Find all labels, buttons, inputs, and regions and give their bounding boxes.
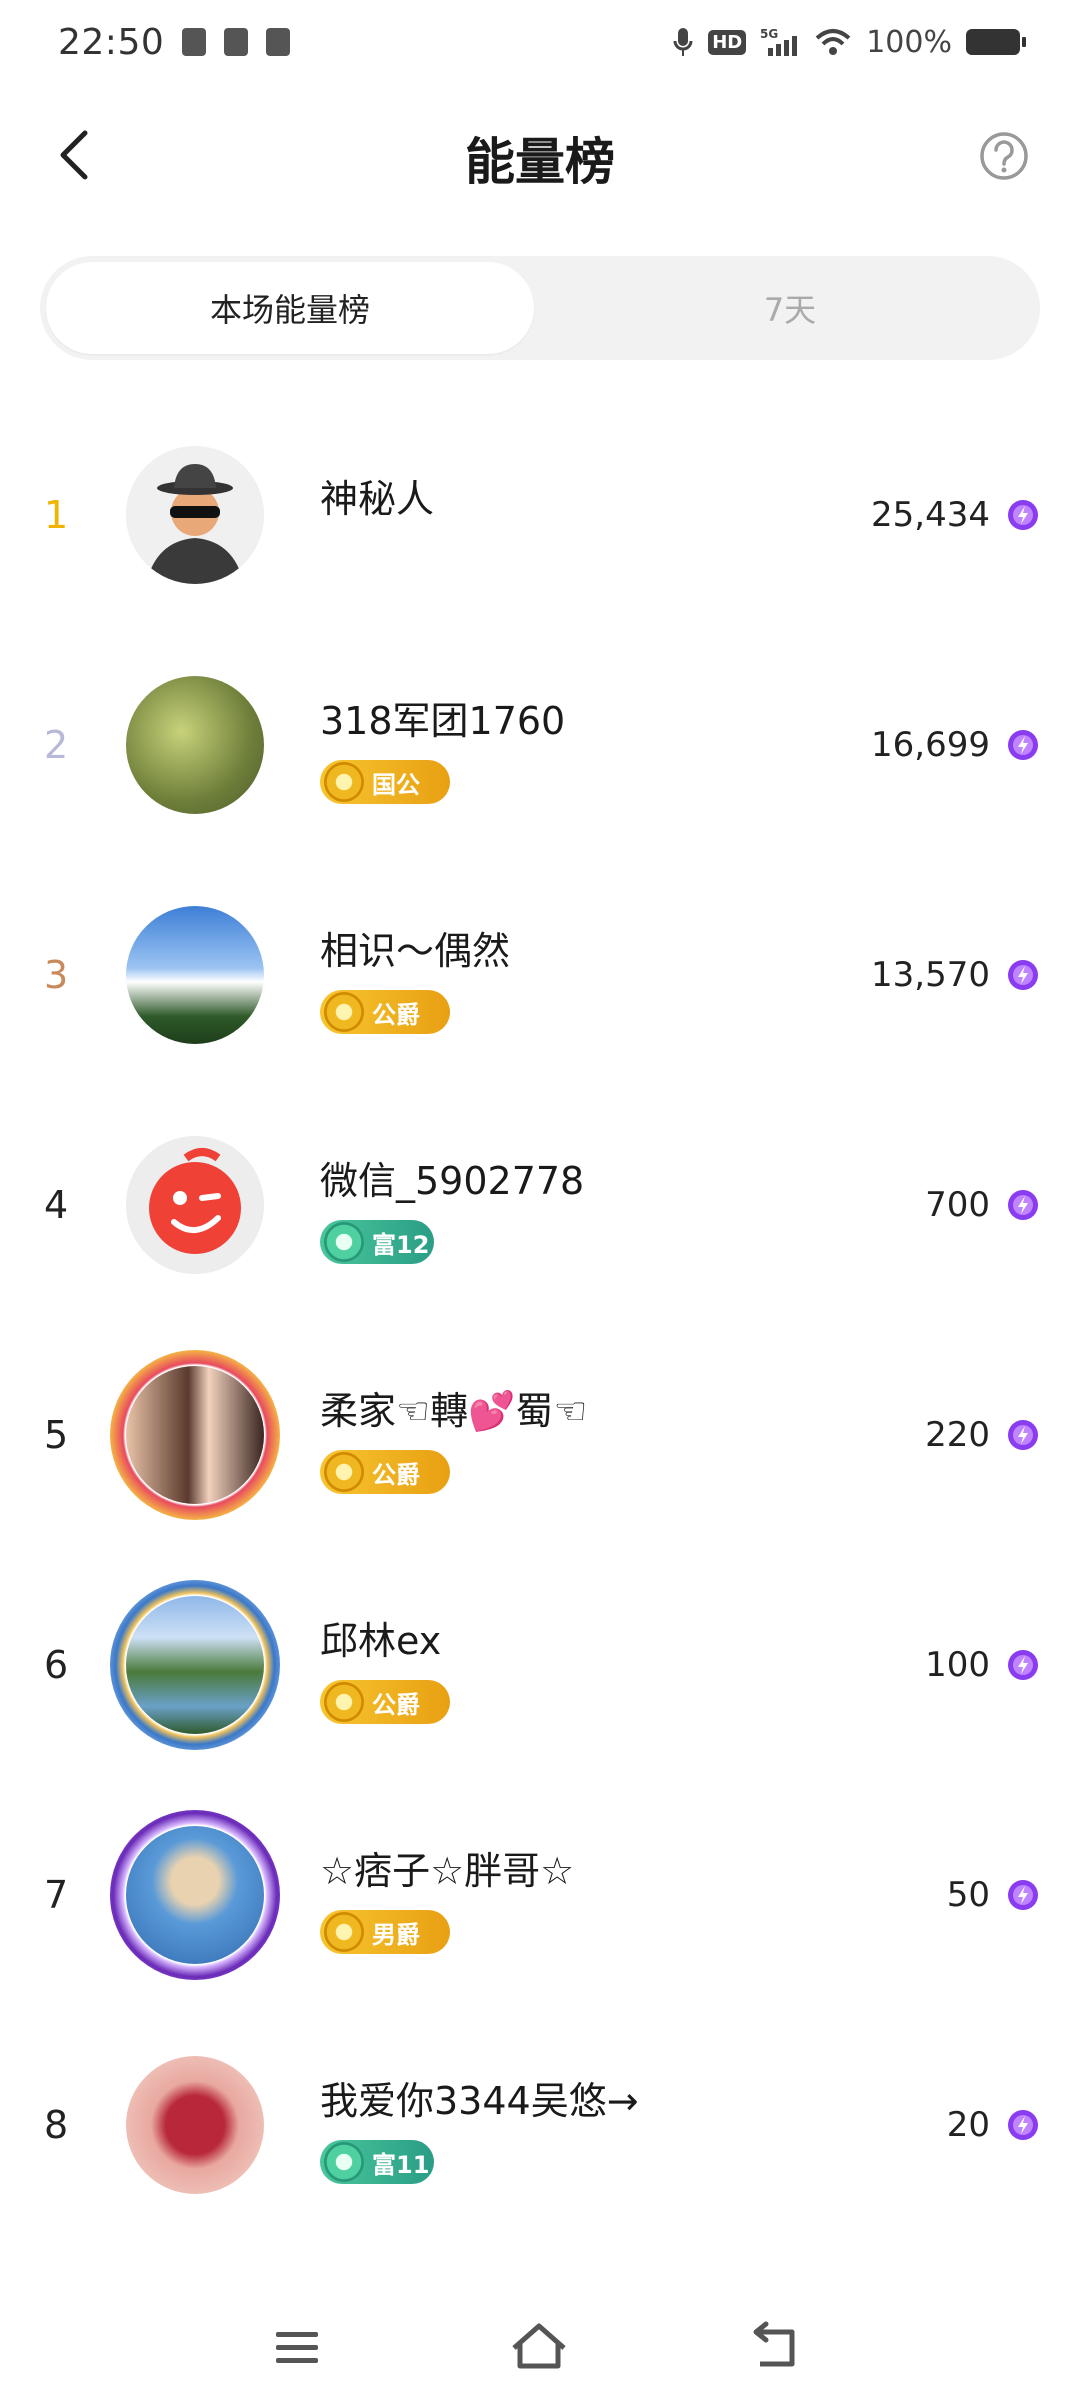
return-icon — [753, 2321, 795, 2367]
rank-number: 3 — [44, 953, 69, 997]
rank-number: 5 — [44, 1413, 69, 1457]
ranking-row[interactable]: 4 微信_5902778 富12 700 — [0, 1090, 1080, 1320]
badge-gem-icon — [324, 762, 364, 802]
avatar[interactable] — [126, 446, 264, 584]
ranking-row[interactable]: 1 神秘人 25,434 — [0, 400, 1080, 630]
rank-badge: 国公 — [320, 760, 450, 804]
energy-icon — [1008, 960, 1038, 990]
badge-gem-icon — [324, 1912, 364, 1952]
badge-label: 国公 — [372, 770, 420, 799]
energy-score: 220 — [925, 1415, 990, 1455]
menu-icon — [276, 2332, 318, 2363]
badge-gem-icon — [324, 1682, 364, 1722]
clipboard-icon — [182, 28, 207, 56]
energy-score: 50 — [946, 1875, 990, 1915]
rank-badge: 富11 — [320, 2140, 434, 2184]
energy-score: 13,570 — [871, 955, 990, 995]
energy-icon — [1008, 1650, 1038, 1680]
music-app-icon — [224, 28, 249, 56]
user-name: 318军团1760 — [320, 699, 566, 743]
avatar[interactable] — [126, 1136, 264, 1274]
rank-badge: 公爵 — [320, 1450, 450, 1494]
battery-percent: 100% — [866, 24, 952, 60]
badge-gem-icon — [324, 1222, 364, 1262]
back-nav-button[interactable] — [740, 2312, 810, 2382]
home-icon — [512, 2323, 566, 2369]
rank-number: 2 — [44, 723, 69, 767]
badge-label: 富11 — [372, 2150, 430, 2179]
badge-label: 男爵 — [372, 1920, 420, 1949]
ranking-row[interactable]: 8 我爱你3344吴悠→ 富11 20 — [0, 2010, 1080, 2240]
page-title: 能量榜 — [465, 133, 615, 191]
energy-icon — [1008, 2110, 1038, 2140]
energy-icon — [1008, 1190, 1038, 1220]
alert-icon — [266, 28, 291, 56]
user-name: 我爱你3344吴悠→ — [320, 2079, 639, 2123]
rank-number: 1 — [44, 493, 69, 537]
rank-number: 4 — [44, 1183, 69, 1227]
tab-switcher: 本场能量榜 7天 — [40, 256, 1040, 360]
rank-number: 7 — [44, 1873, 69, 1917]
energy-score: 16,699 — [871, 725, 990, 765]
status-time: 22:50 — [58, 21, 165, 63]
svg-text:5G: 5G — [760, 27, 778, 41]
tab-7-days[interactable]: 7天 — [546, 262, 1034, 354]
ranking-row[interactable]: 5 柔家☜轉💕蜀☜ 公爵 220 — [0, 1320, 1080, 1550]
question-circle-icon — [980, 132, 1028, 180]
energy-score: 100 — [925, 1645, 990, 1685]
energy-score: 25,434 — [871, 495, 990, 535]
tab-current-session[interactable]: 本场能量榜 — [46, 262, 534, 354]
energy-icon — [1008, 1420, 1038, 1450]
ranking-row[interactable]: 2 318军团1760 国公 16,699 — [0, 630, 1080, 860]
system-navigation-bar — [0, 2290, 1080, 2408]
energy-icon — [1008, 730, 1038, 760]
avatar[interactable] — [126, 1366, 264, 1504]
wink-face-icon — [126, 1136, 264, 1274]
energy-score: 700 — [925, 1185, 990, 1225]
badge-gem-icon — [324, 992, 364, 1032]
avatar[interactable] — [126, 1596, 264, 1734]
menu-button[interactable] — [262, 2312, 332, 2382]
ranking-row[interactable]: 3 相识～偶然 公爵 13,570 — [0, 860, 1080, 1090]
avatar[interactable] — [126, 1826, 264, 1964]
user-name: ☆痞子☆胖哥☆ — [320, 1849, 575, 1893]
status-bar: 22:50 HD 5G 100% — [0, 0, 1080, 84]
home-button[interactable] — [504, 2312, 574, 2382]
signal-icon: 5G — [760, 27, 798, 56]
badge-label: 公爵 — [372, 1460, 420, 1489]
page-header: 能量榜 — [0, 100, 1080, 210]
badge-label: 公爵 — [372, 1690, 420, 1719]
avatar[interactable] — [126, 906, 264, 1044]
energy-icon — [1008, 500, 1038, 530]
badge-label: 公爵 — [372, 1000, 420, 1029]
user-name: 微信_5902778 — [320, 1159, 585, 1203]
energy-icon — [1008, 1880, 1038, 1910]
rank-badge: 公爵 — [320, 990, 450, 1034]
rank-number: 8 — [44, 2103, 69, 2147]
rank-number: 6 — [44, 1643, 69, 1687]
hd-icon: HD — [708, 29, 747, 55]
rank-badge: 公爵 — [320, 1680, 450, 1724]
user-name: 邱林ex — [320, 1619, 442, 1663]
rank-badge: 男爵 — [320, 1910, 450, 1954]
user-name: 柔家☜轉💕蜀☜ — [320, 1389, 588, 1433]
ranking-row[interactable]: 7 ☆痞子☆胖哥☆ 男爵 50 — [0, 1780, 1080, 2010]
ranking-row[interactable]: 6 邱林ex 公爵 100 — [0, 1550, 1080, 1780]
energy-score: 20 — [946, 2105, 990, 2145]
battery-icon — [966, 29, 1026, 55]
avatar[interactable] — [126, 2056, 264, 2194]
mystery-person-icon — [126, 446, 264, 584]
help-button[interactable] — [974, 126, 1034, 186]
avatar[interactable] — [126, 676, 264, 814]
user-name: 相识～偶然 — [320, 929, 511, 973]
rank-badge: 富12 — [320, 1220, 434, 1264]
wifi-icon — [815, 29, 851, 55]
badge-gem-icon — [324, 1452, 364, 1492]
ranking-list: 1 神秘人 25,434 2 318军团1760 国公 16,699 3 相识～… — [0, 400, 1080, 2240]
badge-gem-icon — [324, 2142, 364, 2182]
user-name: 神秘人 — [320, 477, 435, 521]
badge-label: 富12 — [372, 1230, 430, 1259]
microphone-icon — [673, 28, 693, 56]
